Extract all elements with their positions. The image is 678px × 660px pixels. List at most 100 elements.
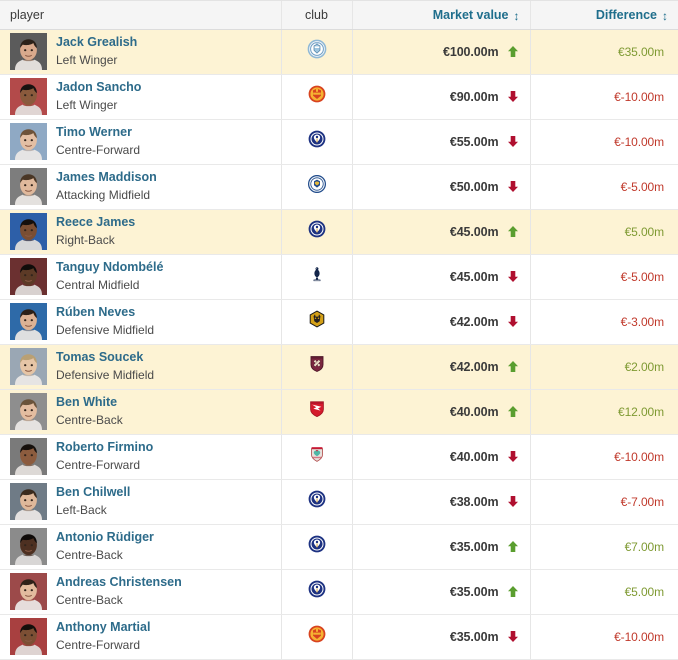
player-position: Left Winger xyxy=(56,98,141,113)
table-row[interactable]: James Maddison Attacking Midfield €50.00m €… xyxy=(0,164,678,209)
player-name-link[interactable]: Roberto Firmino xyxy=(56,440,153,456)
sort-updown-icon[interactable]: ↕ xyxy=(514,10,520,22)
club-cell[interactable] xyxy=(281,209,352,254)
arsenal-crest-icon[interactable] xyxy=(307,399,327,424)
club-cell[interactable] xyxy=(281,119,352,164)
market-value-cell: €40.00m xyxy=(352,389,530,434)
market-value-cell: €38.00m xyxy=(352,479,530,524)
club-cell[interactable] xyxy=(281,389,352,434)
club-cell[interactable] xyxy=(281,164,352,209)
player-name-link[interactable]: Anthony Martial xyxy=(56,620,150,636)
chelsea-crest-icon[interactable] xyxy=(307,534,327,559)
westham-crest-icon[interactable] xyxy=(307,354,327,379)
club-cell[interactable] xyxy=(281,29,352,74)
market-value: €90.00m xyxy=(450,90,499,104)
player-position: Attacking Midfield xyxy=(56,188,157,203)
market-value: €40.00m xyxy=(450,405,499,419)
club-cell[interactable] xyxy=(281,254,352,299)
player-name-link[interactable]: James Maddison xyxy=(56,170,157,186)
table-row[interactable]: Ben ChilwellLeft-Back€38.00m€-7.00m xyxy=(0,479,678,524)
difference-value: €-3.00m xyxy=(621,315,664,329)
trend-down-arrow-icon xyxy=(507,269,519,287)
player-photo xyxy=(10,168,47,205)
club-cell[interactable] xyxy=(281,569,352,614)
table-row[interactable]: Roberto FirminoCentre-Forward€40.00m€-10… xyxy=(0,434,678,479)
table-row[interactable]: Jadon Sancho Left Winger €90.00m €-10.00m xyxy=(0,74,678,119)
market-value-cell: €35.00m xyxy=(352,569,530,614)
column-header-player[interactable]: player xyxy=(0,1,281,29)
man-utd-crest-icon[interactable] xyxy=(307,84,327,109)
player-cell: Jadon Sancho Left Winger xyxy=(0,74,281,119)
difference-cell: €5.00m xyxy=(530,209,678,254)
tottenham-crest-icon[interactable] xyxy=(307,264,327,289)
column-header-difference[interactable]: Difference↕ xyxy=(530,1,678,29)
market-value: €50.00m xyxy=(450,180,499,194)
column-header-market-value[interactable]: Market value↕ xyxy=(352,1,530,29)
market-value-cell: €55.00m xyxy=(352,119,530,164)
wolves-crest-icon[interactable] xyxy=(307,309,327,334)
club-cell[interactable] xyxy=(281,344,352,389)
difference-value: €35.00m xyxy=(618,45,664,59)
difference-cell: €35.00m xyxy=(530,29,678,74)
player-photo xyxy=(10,618,47,655)
player-name-link[interactable]: Tanguy Ndombélé xyxy=(56,260,163,276)
trend-up-arrow-icon xyxy=(507,44,519,62)
table-row[interactable]: Andreas ChristensenCentre-Back€35.00m€5.… xyxy=(0,569,678,614)
difference-cell: €-10.00m xyxy=(530,74,678,119)
club-cell[interactable] xyxy=(281,614,352,659)
chelsea-crest-icon[interactable] xyxy=(307,579,327,604)
table-row[interactable]: Reece JamesRight-Back€45.00m€5.00m xyxy=(0,209,678,254)
table-row[interactable]: Tanguy NdombéléCentral Midfield€45.00m€-… xyxy=(0,254,678,299)
player-name-link[interactable]: Ben White xyxy=(56,395,123,411)
player-name-link[interactable]: Antonio Rüdiger xyxy=(56,530,154,546)
player-cell: Rúben NevesDefensive Midfield xyxy=(0,299,281,344)
man-utd-crest-icon[interactable] xyxy=(307,624,327,649)
difference-value: €-10.00m xyxy=(614,90,664,104)
player-name-link[interactable]: Tomas Soucek xyxy=(56,350,154,366)
player-position: Centre-Back xyxy=(56,413,123,428)
player-cell: Timo WernerCentre-Forward xyxy=(0,119,281,164)
trend-down-arrow-icon xyxy=(507,494,519,512)
chelsea-crest-icon[interactable] xyxy=(307,219,327,244)
column-header-club[interactable]: club xyxy=(281,1,352,29)
sort-updown-icon[interactable]: ↕ xyxy=(662,10,668,22)
table-row[interactable]: Anthony MartialCentre-Forward€35.00m€-10… xyxy=(0,614,678,659)
chelsea-crest-icon[interactable] xyxy=(307,489,327,514)
column-header-player-label: player xyxy=(10,8,44,22)
player-cell: Antonio Rüdiger Centre-Back xyxy=(0,524,281,569)
player-name-link[interactable]: Jack Grealish xyxy=(56,35,137,51)
table-row[interactable]: Antonio RüdigerCentre-Back€35.00m€7.00m xyxy=(0,524,678,569)
difference-value: €-10.00m xyxy=(614,135,664,149)
player-name-link[interactable]: Jadon Sancho xyxy=(56,80,141,96)
chelsea-crest-icon[interactable] xyxy=(307,129,327,154)
liverpool-crest-icon[interactable] xyxy=(307,444,327,469)
player-name-link[interactable]: Rúben Neves xyxy=(56,305,154,321)
player-photo xyxy=(10,528,47,565)
difference-value: €-5.00m xyxy=(621,180,664,194)
table-row[interactable]: Timo WernerCentre-Forward €55.00m €-10.00m xyxy=(0,119,678,164)
difference-value: €-7.00m xyxy=(621,495,664,509)
player-photo xyxy=(10,123,47,160)
table-row[interactable]: Ben WhiteCentre-Back€40.00m€12.00m xyxy=(0,389,678,434)
market-value-cell: €100.00m xyxy=(352,29,530,74)
market-value: €38.00m xyxy=(450,495,499,509)
player-name-link[interactable]: Reece James xyxy=(56,215,135,231)
table-row[interactable]: Tomas SoucekDefensive Midfield€42.00m€2.… xyxy=(0,344,678,389)
leicester-crest-icon[interactable] xyxy=(307,174,327,199)
player-position: Centre-Back xyxy=(56,548,154,563)
table-row[interactable]: Rúben NevesDefensive Midfield€42.00m€-3.… xyxy=(0,299,678,344)
club-cell[interactable] xyxy=(281,479,352,524)
player-name-link[interactable]: Ben Chilwell xyxy=(56,485,130,501)
table-row[interactable]: Jack GrealishLeft Winger€100.00m€35.00m xyxy=(0,29,678,74)
club-cell[interactable] xyxy=(281,74,352,119)
difference-cell: €-10.00m xyxy=(530,434,678,479)
trend-up-arrow-icon xyxy=(507,584,519,602)
player-position: Centre-Forward xyxy=(56,638,150,653)
player-name-link[interactable]: Timo Werner xyxy=(56,125,140,141)
club-cell[interactable] xyxy=(281,434,352,479)
man-city-crest-icon[interactable] xyxy=(307,39,327,64)
club-cell[interactable] xyxy=(281,524,352,569)
club-cell[interactable] xyxy=(281,299,352,344)
player-name-link[interactable]: Andreas Christensen xyxy=(56,575,182,591)
difference-value: €5.00m xyxy=(625,225,664,239)
